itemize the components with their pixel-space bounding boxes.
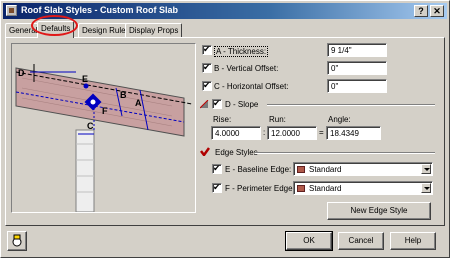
baseline-edge-label: E - Baseline Edge: [225,165,292,174]
help-button[interactable]: Help [390,232,436,250]
thickness-input[interactable]: 9 1/4" [327,43,387,57]
slope-icon [199,99,209,109]
style-swatch-icon [297,185,305,192]
slope-separator [267,104,435,106]
rise-label: Rise: [213,115,232,124]
thickness-checkbox[interactable] [202,44,212,55]
angle-label: Angle: [328,115,351,124]
edge-styles-heading: Edge Styles [215,148,258,157]
baseline-edge-value: Standard [309,165,342,174]
dialog-window: Roof Slab Styles - Custom Roof Slab ? ✕ … [0,0,450,258]
app-icon [6,5,17,16]
label-b: B [120,90,127,100]
slab-diagram-icon [15,64,193,213]
label-a: A [135,98,142,108]
thickness-label: A - Thickness: [214,46,269,57]
horizontal-offset-checkbox[interactable] [202,80,212,91]
rise-input[interactable]: 4.0000 [211,126,261,140]
style-manager-icon [12,234,22,247]
baseline-edge-checkbox[interactable] [212,163,222,174]
help-title-button[interactable]: ? [414,5,428,17]
run-label: Run: [269,115,286,124]
perimeter-edges-checkbox[interactable] [212,182,222,193]
label-c: C [87,121,94,131]
horizontal-offset-label: C - Horizontal Offset: [214,82,289,91]
edge-styles-separator [255,152,435,154]
tab-highlight-annotation [31,15,78,36]
slope-label: D - Slope [225,100,259,109]
style-swatch-icon [297,166,305,173]
new-edge-style-button[interactable]: New Edge Style [327,202,431,220]
run-input[interactable]: 12.0000 [267,126,317,140]
perimeter-edges-select[interactable]: Standard [293,181,433,195]
close-button[interactable]: ✕ [430,5,444,17]
baseline-edge-select[interactable]: Standard [293,162,433,176]
window-title: Roof Slab Styles - Custom Roof Slab [21,5,179,15]
vertical-offset-input[interactable]: 0" [327,61,387,75]
ok-button[interactable]: OK [285,231,333,251]
perimeter-edges-label: F - Perimeter Edges: [225,184,299,193]
slope-checkbox[interactable] [212,98,222,109]
vertical-offset-checkbox[interactable] [202,62,212,73]
chevron-down-icon[interactable] [421,164,431,174]
cancel-button[interactable]: Cancel [338,232,384,250]
label-f: F [102,106,108,116]
label-e: E [82,74,89,84]
label-d: D [18,68,25,78]
perimeter-edges-value: Standard [309,184,342,193]
equals-sign: = [319,128,324,137]
vertical-offset-label: B - Vertical Offset: [214,64,279,73]
angle-input[interactable]: 18.4349 [326,126,381,140]
roof-slab-illustration: D E B A F C [11,43,196,213]
tab-display-props[interactable]: Display Props [125,23,183,37]
chevron-down-icon[interactable] [421,183,431,193]
ratio-colon: : [263,128,266,137]
horizontal-offset-input[interactable]: 0" [327,79,387,93]
style-manager-button[interactable] [7,231,27,251]
edge-styles-icon [200,147,211,158]
